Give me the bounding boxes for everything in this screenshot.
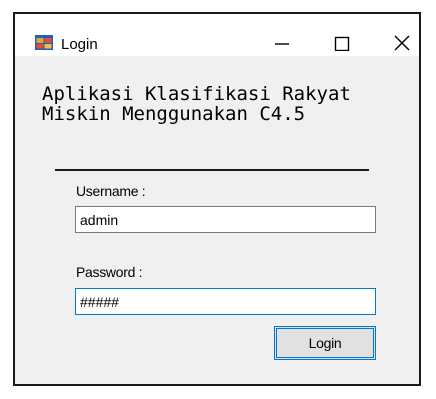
password-field[interactable] [75, 288, 376, 315]
close-button[interactable] [379, 28, 425, 58]
window-title: Login [61, 36, 98, 53]
password-label: Password : [76, 264, 143, 280]
login-button[interactable]: Login [274, 326, 376, 360]
divider-line [55, 169, 369, 171]
close-icon [394, 35, 410, 51]
app-heading: Aplikasi Klasifikasi Rakyat Miskin Mengg… [42, 83, 351, 125]
minimize-button[interactable] [259, 28, 305, 58]
username-label: Username : [76, 183, 146, 199]
login-window: Login Aplikasi Klasifikasi Rakyat Miskin… [13, 12, 421, 386]
maximize-icon [334, 36, 350, 51]
minimize-icon [275, 43, 289, 45]
maximize-button[interactable] [319, 28, 365, 58]
title-bar[interactable]: Login [15, 14, 419, 56]
app-window-icon [35, 35, 53, 50]
username-field[interactable] [75, 206, 376, 233]
